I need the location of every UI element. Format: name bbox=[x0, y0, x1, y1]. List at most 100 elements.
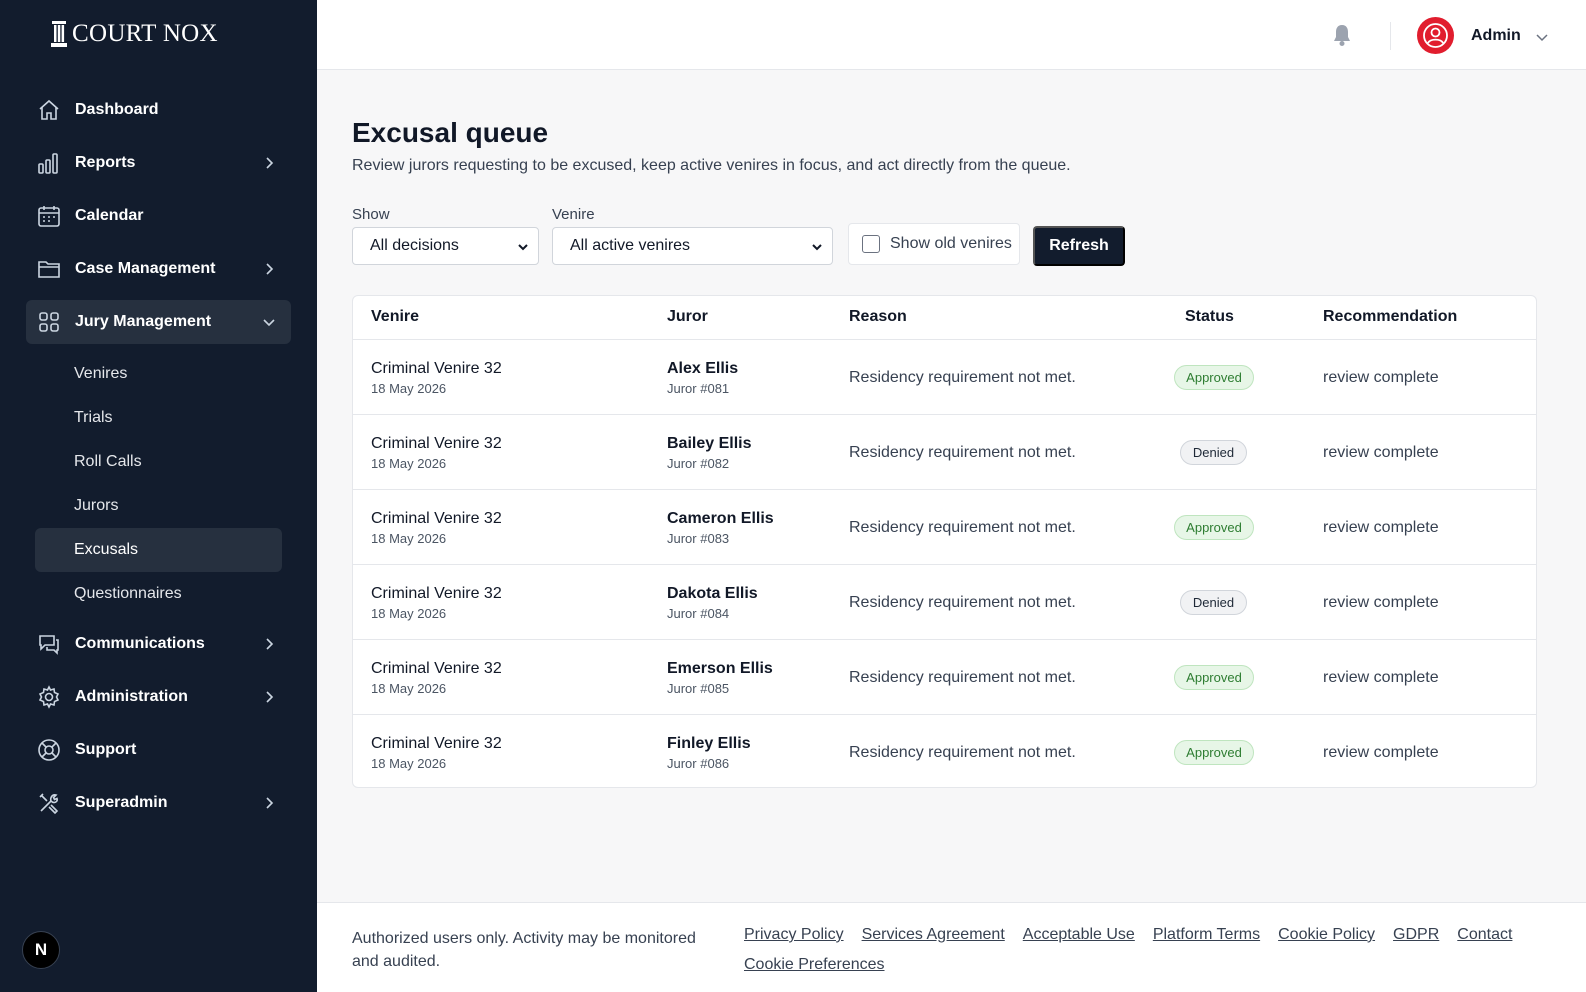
juror-number: Juror #084 bbox=[667, 606, 730, 621]
brand-logo[interactable]: COURT NOX bbox=[50, 20, 218, 48]
sidebar-subitem-questionnaires[interactable]: Questionnaires bbox=[35, 572, 282, 616]
juror-name[interactable]: Emerson Ellis bbox=[667, 660, 773, 678]
sidebar-item-case-management[interactable]: Case Management bbox=[26, 247, 291, 291]
juror-name[interactable]: Cameron Ellis bbox=[667, 510, 774, 528]
footer-link-privacy-policy[interactable]: Privacy Policy bbox=[744, 923, 844, 946]
venire-name: Criminal Venire 32 bbox=[371, 510, 502, 527]
column-header-reason[interactable]: Reason bbox=[849, 308, 907, 326]
sidebar-item-label: Support bbox=[75, 741, 137, 758]
reason-cell: Residency requirement not met. bbox=[849, 369, 1076, 386]
bottom-avatar[interactable]: N bbox=[22, 931, 60, 969]
sidebar-item-reports[interactable]: Reports bbox=[26, 141, 291, 185]
show-filter-label: Show bbox=[352, 206, 390, 223]
footer-link-cookie-preferences[interactable]: Cookie Preferences bbox=[744, 953, 885, 976]
status-badge: Denied bbox=[1180, 440, 1247, 465]
juror-name[interactable]: Bailey Ellis bbox=[667, 435, 752, 453]
juror-name[interactable]: Dakota Ellis bbox=[667, 585, 758, 603]
show-filter-select[interactable]: All decisions bbox=[352, 227, 539, 265]
footer: Authorized users only. Activity may be m… bbox=[317, 902, 1586, 992]
sidebar-subitem-jurors[interactable]: Jurors bbox=[35, 484, 282, 528]
sidebar-item-calendar[interactable]: Calendar bbox=[26, 194, 291, 238]
footer-link-acceptable-use[interactable]: Acceptable Use bbox=[1023, 923, 1135, 946]
brand-name: COURT NOX bbox=[72, 20, 218, 47]
footer-link-services-agreement[interactable]: Services Agreement bbox=[862, 923, 1005, 946]
show-old-venires-toggle[interactable]: Show old venires bbox=[848, 223, 1020, 265]
venire-cell: Criminal Venire 32 18 May 2026 bbox=[371, 360, 502, 396]
recommendation-cell: review complete bbox=[1323, 594, 1439, 611]
status-badge: Approved bbox=[1174, 365, 1254, 390]
gear-icon bbox=[37, 685, 61, 709]
chevron-down-icon bbox=[518, 244, 528, 251]
chevron-right-icon bbox=[266, 263, 274, 275]
user-avatar[interactable] bbox=[1417, 17, 1454, 54]
venire-date: 18 May 2026 bbox=[371, 606, 447, 621]
table-row[interactable]: Criminal Venire 32 18 May 2026 Alex Elli… bbox=[353, 340, 1536, 415]
column-header-juror[interactable]: Juror bbox=[667, 308, 708, 326]
sidebar-item-communications[interactable]: Communications bbox=[26, 622, 291, 666]
juror-cell: Alex Ellis Juror #081 bbox=[667, 360, 738, 396]
juror-number: Juror #085 bbox=[667, 681, 730, 696]
user-name[interactable]: Admin bbox=[1471, 27, 1521, 45]
table-row[interactable]: Criminal Venire 32 18 May 2026 Finley El… bbox=[353, 715, 1536, 787]
table-row[interactable]: Criminal Venire 32 18 May 2026 Dakota El… bbox=[353, 565, 1536, 640]
chevron-down-icon bbox=[812, 244, 822, 251]
column-header-recommendation[interactable]: Recommendation bbox=[1323, 308, 1457, 326]
bar-chart-icon bbox=[37, 151, 61, 175]
sidebar-item-administration[interactable]: Administration bbox=[26, 675, 291, 719]
header-divider bbox=[1390, 22, 1391, 50]
juror-number: Juror #082 bbox=[667, 456, 730, 471]
venire-date: 18 May 2026 bbox=[371, 681, 447, 696]
juror-name[interactable]: Finley Ellis bbox=[667, 735, 751, 753]
table-row[interactable]: Criminal Venire 32 18 May 2026 Emerson E… bbox=[353, 640, 1536, 715]
sidebar-item-superadmin[interactable]: Superadmin bbox=[26, 781, 291, 825]
chevron-down-icon bbox=[263, 319, 275, 327]
footer-link-gdpr[interactable]: GDPR bbox=[1393, 923, 1439, 946]
sidebar-item-label: Superadmin bbox=[75, 794, 168, 811]
venire-date: 18 May 2026 bbox=[371, 756, 447, 771]
juror-name[interactable]: Alex Ellis bbox=[667, 360, 738, 378]
column-header-status[interactable]: Status bbox=[1185, 308, 1234, 326]
footer-links: Privacy Policy Services Agreement Accept… bbox=[744, 923, 1524, 976]
status-badge: Denied bbox=[1180, 590, 1247, 615]
bell-icon[interactable] bbox=[1329, 22, 1355, 48]
status-badge: Approved bbox=[1174, 515, 1254, 540]
sidebar-subitem-venires[interactable]: Venires bbox=[35, 352, 282, 396]
juror-number: Juror #081 bbox=[667, 381, 730, 396]
grid-icon bbox=[37, 310, 61, 334]
sidebar-subitem-excusals[interactable]: Excusals bbox=[35, 528, 282, 572]
chat-icon bbox=[37, 632, 61, 656]
sidebar-item-support[interactable]: Support bbox=[26, 728, 291, 772]
venire-date: 18 May 2026 bbox=[371, 456, 447, 471]
sidebar-item-dashboard[interactable]: Dashboard bbox=[26, 88, 291, 132]
reason-cell: Residency requirement not met. bbox=[849, 444, 1076, 461]
sidebar-item-jury-management[interactable]: Jury Management bbox=[26, 300, 291, 344]
venire-filter-select[interactable]: All active venires bbox=[552, 227, 833, 265]
footer-link-contact[interactable]: Contact bbox=[1457, 923, 1512, 946]
juror-cell: Finley Ellis Juror #086 bbox=[667, 735, 751, 771]
reason-cell: Residency requirement not met. bbox=[849, 744, 1076, 761]
footer-link-platform-terms[interactable]: Platform Terms bbox=[1153, 923, 1260, 946]
sidebar-item-label: Dashboard bbox=[75, 101, 159, 118]
venire-name: Criminal Venire 32 bbox=[371, 660, 502, 677]
sidebar-item-label: Calendar bbox=[75, 207, 144, 224]
sidebar-item-label: Jury Management bbox=[75, 313, 212, 330]
table-row[interactable]: Criminal Venire 32 18 May 2026 Bailey El… bbox=[353, 415, 1536, 490]
chevron-down-icon[interactable] bbox=[1535, 30, 1549, 44]
user-icon bbox=[1423, 23, 1448, 48]
footer-note: Authorized users only. Activity may be m… bbox=[352, 930, 696, 970]
footer-link-cookie-policy[interactable]: Cookie Policy bbox=[1278, 923, 1375, 946]
sidebar-subitem-trials[interactable]: Trials bbox=[35, 396, 282, 440]
chevron-right-icon bbox=[266, 691, 274, 703]
venire-cell: Criminal Venire 32 18 May 2026 bbox=[371, 735, 502, 771]
folder-icon bbox=[37, 257, 61, 281]
recommendation-cell: review complete bbox=[1323, 444, 1439, 461]
page-subtitle: Review jurors requesting to be excused, … bbox=[352, 157, 1071, 174]
lifebuoy-icon bbox=[37, 738, 61, 762]
column-header-venire[interactable]: Venire bbox=[371, 308, 419, 326]
refresh-button[interactable]: Refresh bbox=[1033, 226, 1125, 266]
table-row[interactable]: Criminal Venire 32 18 May 2026 Cameron E… bbox=[353, 490, 1536, 565]
show-old-venires-checkbox[interactable] bbox=[862, 235, 880, 253]
recommendation-cell: review complete bbox=[1323, 669, 1439, 686]
recommendation-cell: review complete bbox=[1323, 369, 1439, 386]
sidebar-subitem-roll-calls[interactable]: Roll Calls bbox=[35, 440, 282, 484]
